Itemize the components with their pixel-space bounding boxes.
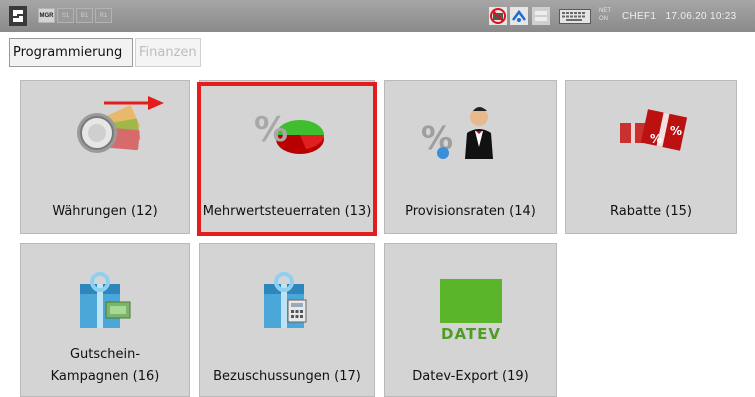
tile-label: Datev-Export (19): [412, 369, 529, 384]
tile-rabatte[interactable]: % % Rabatte (15): [565, 80, 737, 234]
svg-text:%: %: [670, 124, 682, 138]
net-state: ON: [599, 16, 608, 22]
tab-programmierung[interactable]: Programmierung: [9, 38, 133, 67]
app-logo-icon: [9, 6, 27, 26]
network-status: NET ON: [599, 7, 611, 23]
tile-provisionsraten[interactable]: % Provisionsraten (14): [384, 80, 557, 234]
top-status-bar: MGR S1 B1 R1 NET ON CHEF1 17.06.20 10:23: [0, 0, 755, 32]
keyboard-icon[interactable]: [559, 9, 591, 24]
network-connection-icon[interactable]: [510, 7, 528, 25]
tile-label: Mehrwertsteuerraten (13): [202, 204, 372, 219]
current-date: 17.06.20: [665, 11, 707, 22]
datev-logo-icon: [440, 279, 502, 323]
tile-label: Rabatte (15): [610, 204, 692, 219]
tile-datev-export[interactable]: DATEV Datev-Export (19): [384, 243, 557, 397]
gift-discount-icon: % %: [620, 109, 688, 151]
currency-coins-icon: [77, 105, 141, 153]
tile-label-line1: Gutschein-: [69, 347, 141, 362]
tile-mehrwertsteuerraten[interactable]: % Mehrwertsteuerraten (13): [199, 80, 375, 234]
current-time: 10:23: [709, 11, 737, 22]
gift-calculator-icon: [264, 272, 307, 328]
no-printer-icon[interactable]: [489, 7, 507, 25]
tile-label: Provisionsraten (14): [405, 204, 536, 219]
datev-logo-text: DATEV: [441, 325, 501, 343]
svg-text:%: %: [254, 110, 288, 150]
net-label: NET: [599, 8, 611, 14]
pointer-arrow-icon: [104, 96, 164, 110]
mode-button-mgr[interactable]: MGR: [38, 8, 55, 23]
tile-label-line2: Kampagnen (16): [50, 369, 160, 384]
percent-pie-chart-icon: %: [254, 110, 324, 154]
tab-finanzen[interactable]: Finanzen: [135, 38, 201, 67]
mode-button-r1[interactable]: R1: [95, 8, 112, 23]
user-date-time: CHEF1 17.06.20 10:23: [622, 11, 737, 22]
tile-label: Bezuschussungen (17): [213, 369, 361, 384]
voucher-gift-icon: [80, 272, 131, 328]
tile-label: Währungen (12): [52, 204, 158, 219]
percent-waiter-icon: %: [421, 107, 493, 159]
svg-text:%: %: [650, 132, 662, 146]
mode-button-s1[interactable]: S1: [57, 8, 74, 23]
mode-button-b1[interactable]: B1: [76, 8, 93, 23]
tile-gutschein-kampagnen[interactable]: Gutschein- Kampagnen (16): [20, 243, 190, 397]
current-user: CHEF1: [622, 11, 657, 22]
drawer-status-icon[interactable]: [532, 7, 550, 25]
tile-bezuschussungen[interactable]: Bezuschussungen (17): [199, 243, 375, 397]
